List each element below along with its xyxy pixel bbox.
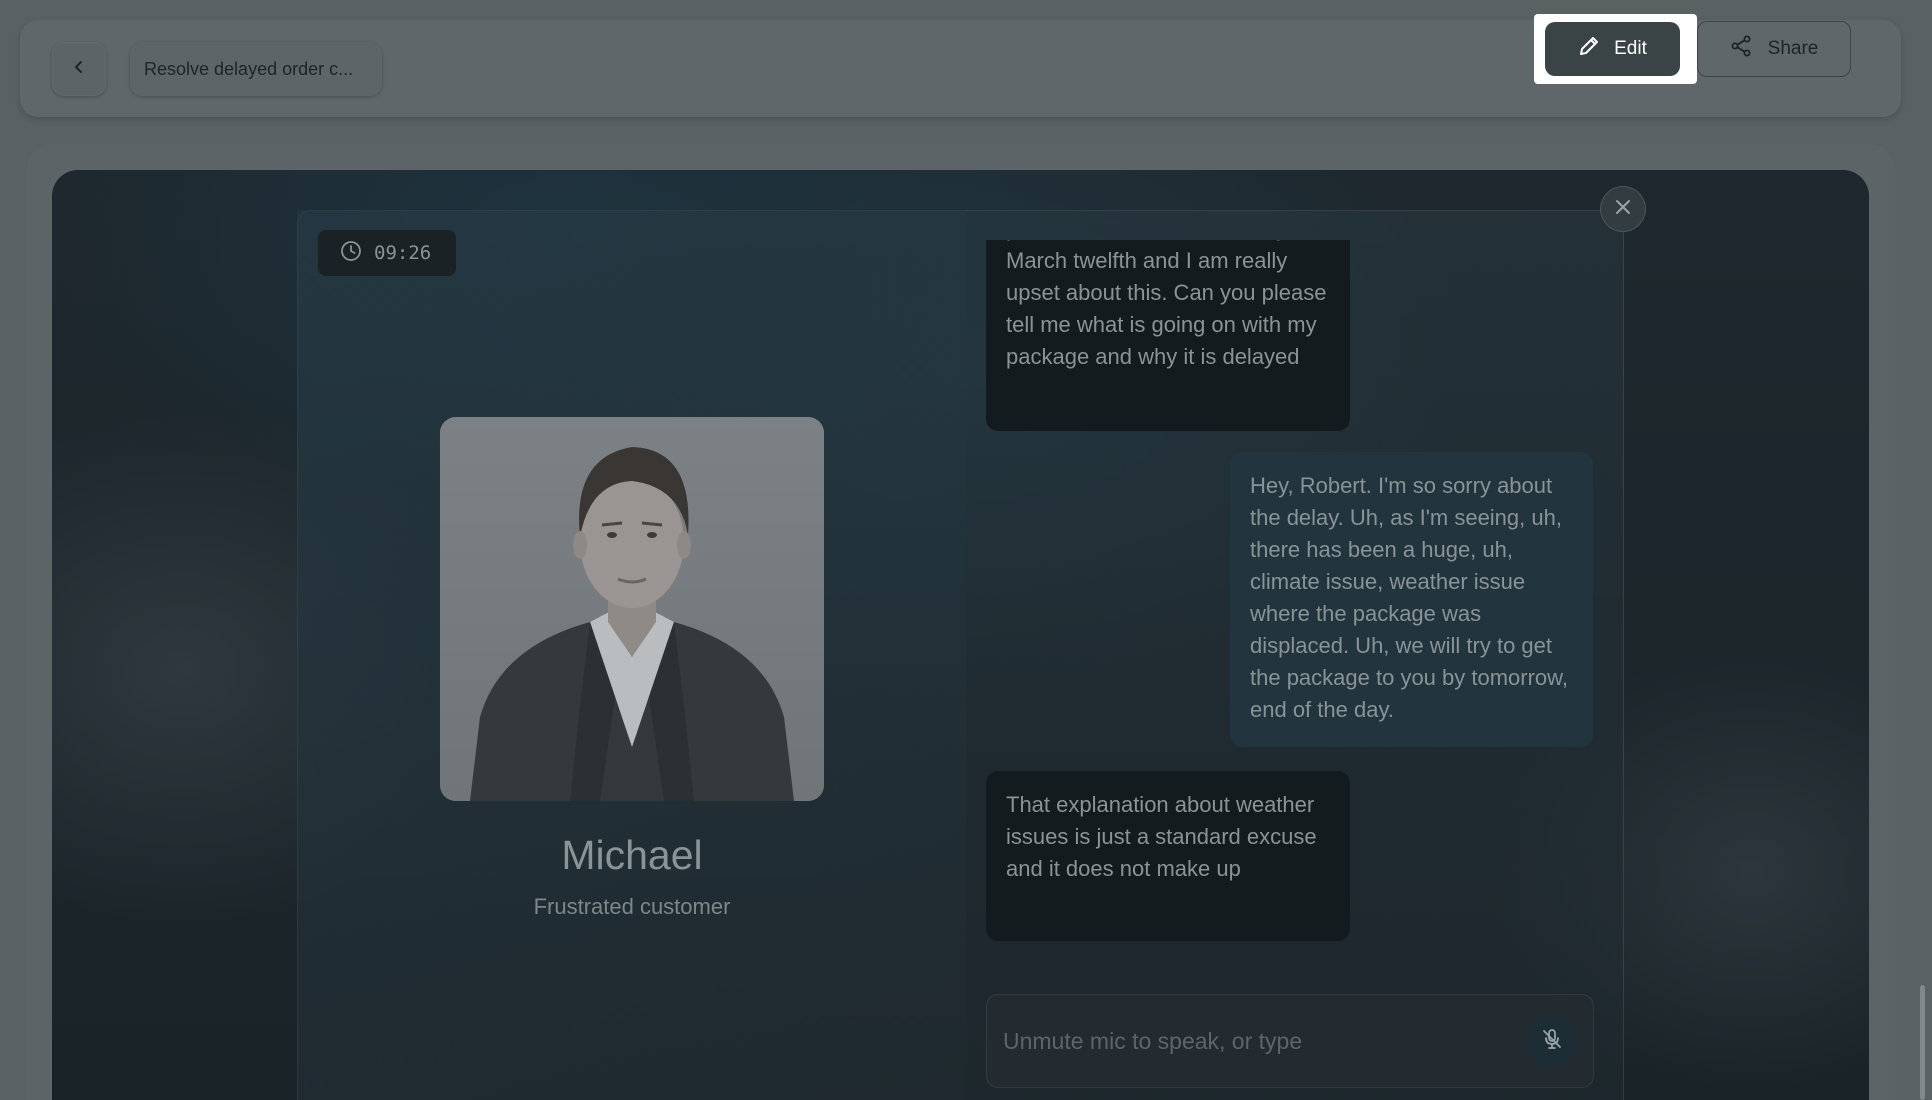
share-icon bbox=[1730, 35, 1752, 63]
message-text: Hey, Robert. I'm so sorry about the dela… bbox=[1250, 473, 1568, 722]
scenario-title: Resolve delayed order c... bbox=[130, 42, 382, 96]
timer-text: 09:26 bbox=[374, 242, 432, 264]
persona-message: promised it would be here by March twelf… bbox=[986, 240, 1350, 431]
share-button[interactable]: Share bbox=[1697, 21, 1851, 77]
mic-toggle-button[interactable] bbox=[1526, 1015, 1578, 1067]
persona-role: Frustrated customer bbox=[533, 894, 731, 919]
persona-message: That explanation about weather issues is… bbox=[986, 771, 1350, 941]
pencil-icon bbox=[1578, 35, 1600, 63]
clock-icon bbox=[340, 240, 362, 267]
chat-transcript[interactable]: promised it would be here by March twelf… bbox=[966, 240, 1624, 970]
message-input[interactable] bbox=[1003, 1019, 1483, 1063]
chevron-left-icon bbox=[72, 60, 86, 79]
page-scrollbar[interactable] bbox=[1920, 985, 1925, 1100]
mic-off-icon bbox=[1540, 1027, 1564, 1056]
edit-button-label: Edit bbox=[1614, 38, 1647, 59]
message-text: promised it would be here by March twelf… bbox=[1006, 240, 1327, 369]
back-button[interactable] bbox=[52, 42, 106, 96]
persona-name: Michael bbox=[561, 832, 703, 878]
edit-button[interactable]: Edit bbox=[1545, 22, 1680, 76]
persona-avatar bbox=[440, 417, 824, 801]
share-button-label: Share bbox=[1767, 38, 1819, 59]
scenario-title-text: Resolve delayed order c... bbox=[144, 58, 354, 79]
call-timer: 09:26 bbox=[318, 230, 456, 276]
message-input-bar bbox=[986, 994, 1594, 1088]
user-message: Hey, Robert. I'm so sorry about the dela… bbox=[1230, 452, 1593, 747]
close-icon bbox=[1615, 199, 1631, 220]
close-call-button[interactable] bbox=[1600, 186, 1646, 232]
message-text: That explanation about weather issues is… bbox=[1006, 792, 1317, 881]
